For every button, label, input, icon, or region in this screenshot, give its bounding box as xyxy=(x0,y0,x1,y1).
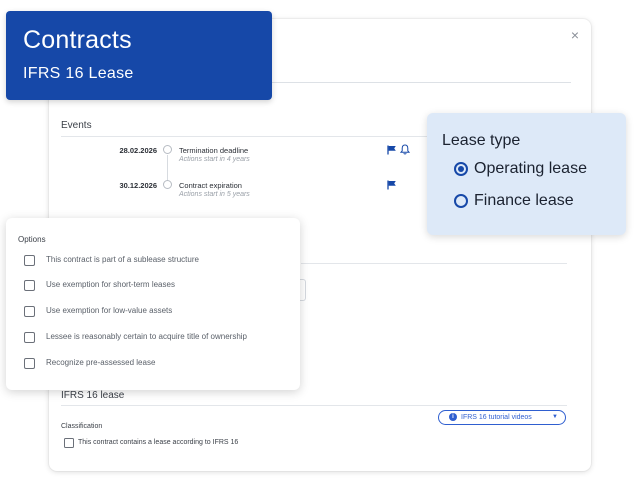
option-label: Lessee is reasonably certain to acquire … xyxy=(46,332,247,341)
option-label: This contract is part of a sublease stru… xyxy=(46,255,199,264)
options-title: Options xyxy=(18,235,46,244)
radio-selected-icon xyxy=(454,162,468,176)
event-date: 30.12.2026 xyxy=(119,181,157,190)
option-label: Use exemption for short-term leases xyxy=(46,280,175,289)
timeline-dot xyxy=(163,145,172,154)
event-name: Termination deadline xyxy=(179,146,249,155)
page-title: Contracts xyxy=(23,26,132,54)
checkbox[interactable] xyxy=(24,332,35,343)
divider xyxy=(61,405,567,406)
caret-down-icon: ▼ xyxy=(552,414,558,420)
info-icon: i xyxy=(449,413,457,421)
checkbox[interactable] xyxy=(24,306,35,317)
option-label: Recognize pre-assessed lease xyxy=(46,358,156,367)
events-title: Events xyxy=(61,120,92,131)
tutorial-videos-label: IFRS 16 tutorial videos xyxy=(461,414,532,421)
header-card: Contracts IFRS 16 Lease xyxy=(6,11,272,100)
lease-type-card: Lease type Operating lease Finance lease xyxy=(427,113,626,235)
radio-unselected-icon xyxy=(454,194,468,208)
close-icon[interactable]: × xyxy=(568,28,582,42)
option-short-term[interactable]: Use exemption for short-term leases xyxy=(24,279,296,293)
radio-operating-lease[interactable]: Operating lease xyxy=(454,160,629,182)
event-subtext: Actions start in 4 years xyxy=(179,156,250,163)
flag-icon[interactable] xyxy=(387,180,397,190)
lease-ifrs16-checkbox[interactable] xyxy=(64,438,74,448)
radio-label: Finance lease xyxy=(474,192,574,209)
tutorial-videos-dropdown[interactable]: i IFRS 16 tutorial videos ▼ xyxy=(438,410,566,425)
checkbox[interactable] xyxy=(24,358,35,369)
checkbox[interactable] xyxy=(24,255,35,266)
event-subtext: Actions start in 5 years xyxy=(179,191,250,198)
ifrs-section-title: IFRS 16 lease xyxy=(61,390,125,401)
radio-label: Operating lease xyxy=(474,160,587,177)
classification-label: Classification xyxy=(61,423,103,430)
checkbox[interactable] xyxy=(24,280,35,291)
radio-finance-lease[interactable]: Finance lease xyxy=(454,192,629,214)
option-label: Use exemption for low-value assets xyxy=(46,306,173,315)
lease-type-title: Lease type xyxy=(442,132,521,149)
page-subtitle: IFRS 16 Lease xyxy=(23,65,134,82)
option-title-ownership[interactable]: Lessee is reasonably certain to acquire … xyxy=(24,331,296,345)
event-name: Contract expiration xyxy=(179,181,242,190)
options-card: Options This contract is part of a suble… xyxy=(6,218,300,390)
divider xyxy=(301,263,567,264)
input-edge[interactable] xyxy=(299,279,306,301)
option-pre-assessed[interactable]: Recognize pre-assessed lease xyxy=(24,357,296,371)
timeline-dot xyxy=(163,180,172,189)
flag-icon[interactable] xyxy=(387,145,397,155)
option-low-value[interactable]: Use exemption for low-value assets xyxy=(24,305,296,319)
bell-icon[interactable] xyxy=(400,144,410,155)
option-sublease[interactable]: This contract is part of a sublease stru… xyxy=(24,254,296,268)
event-date: 28.02.2026 xyxy=(119,146,157,155)
lease-ifrs16-label: This contract contains a lease according… xyxy=(78,439,239,446)
